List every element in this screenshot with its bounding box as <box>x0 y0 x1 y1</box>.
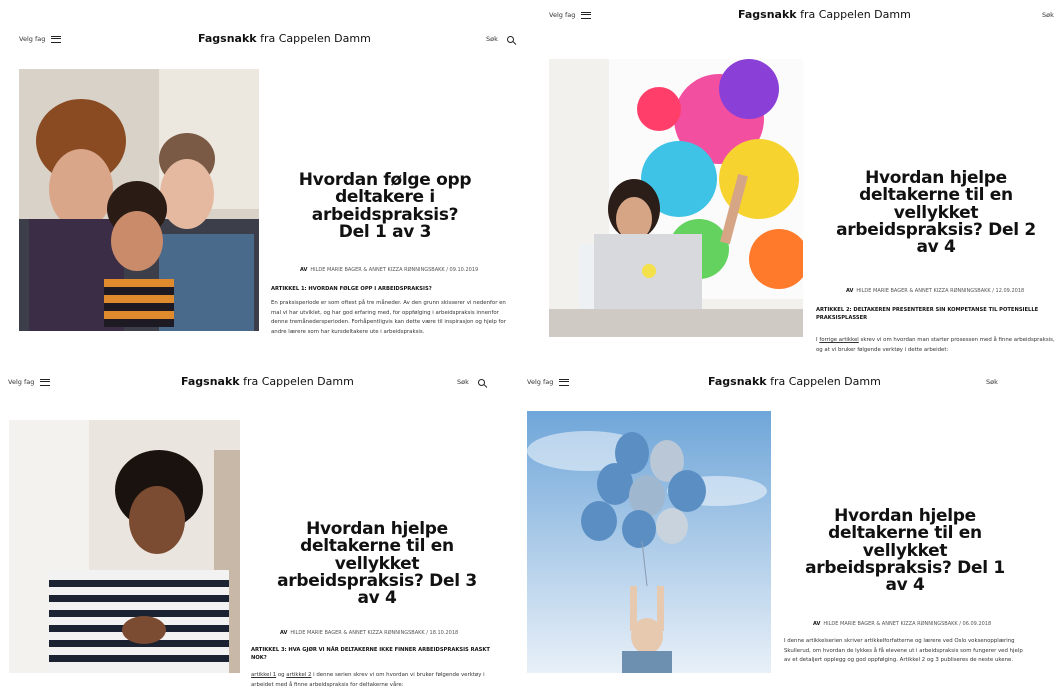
article-title[interactable]: Hvordan hjelpe deltakerne til en vellykk… <box>836 169 1036 257</box>
site-brand[interactable]: Fagsnakk fra Cappelen Damm <box>181 375 354 388</box>
byline-authors[interactable]: HILDE MARIE BAGER & ANNET KIZZA RØNNINGS… <box>856 288 1024 294</box>
menu-button[interactable]: Velg fag <box>8 378 51 386</box>
search-label: Søk <box>986 378 998 386</box>
search-button[interactable]: Søk <box>457 378 485 386</box>
selfie-group-photo <box>19 69 259 331</box>
article-byline: AV HILDE MARIE BAGER & ANNET KIZZA RØNNIN… <box>813 621 991 627</box>
article-title[interactable]: Hvordan følge opp deltakere i arbeidspra… <box>295 171 475 241</box>
menu-label: Velg fag <box>19 35 46 43</box>
article-2-link[interactable]: artikkel 2 <box>286 672 311 678</box>
byline-prefix: AV <box>280 630 288 636</box>
article-image[interactable] <box>549 59 803 337</box>
search-button[interactable]: Søk <box>486 35 514 43</box>
article-panel-3: Velg fag Fagsnakk fra Cappelen Damm Søk <box>0 367 522 693</box>
article-byline: AV HILDE MARIE BAGER & ANNET KIZZA RØNNIN… <box>280 630 458 636</box>
article-panel-2: Velg fag Fagsnakk fra Cappelen Damm Søk <box>530 0 1062 365</box>
byline-prefix: AV <box>846 288 854 294</box>
search-button[interactable]: Søk <box>1042 11 1062 19</box>
brand-bold: Fagsnakk <box>181 375 240 388</box>
brand-rest: fra Cappelen Damm <box>256 32 371 45</box>
brand-bold: Fagsnakk <box>738 8 797 21</box>
article-label: ARTIKKEL 2: DELTAKEREN PRESENTERER SIN K… <box>816 307 1039 322</box>
hamburger-icon <box>40 378 51 386</box>
menu-button[interactable]: Velg fag <box>549 11 592 19</box>
article-excerpt: I denne artikkelserien skriver artikkelf… <box>784 638 1023 664</box>
woman-laptop-paint-splash-photo <box>549 59 803 337</box>
brand-rest: fra Cappelen Damm <box>239 375 354 388</box>
article-label: ARTIKKEL 3: HVA GJØR VI NÅR DELTAKERNE I… <box>251 647 490 662</box>
article-excerpt: En praksisperiode er som oftest på tre m… <box>271 300 506 336</box>
site-brand[interactable]: Fagsnakk fra Cappelen Damm <box>198 32 371 45</box>
article-1-link[interactable]: artikkel 1 <box>251 672 276 678</box>
byline-authors[interactable]: HILDE MARIE BAGER & ANNET KIZZA RØNNINGS… <box>310 267 478 273</box>
byline-prefix: AV <box>300 267 308 273</box>
brand-rest: fra Cappelen Damm <box>796 8 911 21</box>
hamburger-icon <box>559 378 570 386</box>
article-byline: AV HILDE MARIE BAGER & ANNET KIZZA RØNNIN… <box>300 267 478 273</box>
brand-bold: Fagsnakk <box>708 375 767 388</box>
article-image[interactable] <box>527 411 771 673</box>
article-excerpt: I forrige artikkel skrev vi om hvordan m… <box>816 336 1056 355</box>
article-title[interactable]: Hvordan hjelpe deltakerne til en vellykk… <box>277 520 477 608</box>
hamburger-icon <box>51 35 62 43</box>
article-excerpt: artikkel 1 og artikkel 2 i denne serien … <box>251 671 491 690</box>
search-button[interactable]: Søk <box>986 378 998 386</box>
article-title[interactable]: Hvordan hjelpe deltakerne til en vellykk… <box>805 507 1005 595</box>
article-byline: AV HILDE MARIE BAGER & ANNET KIZZA RØNNIN… <box>846 288 1024 294</box>
search-icon <box>506 35 514 43</box>
menu-button[interactable]: Velg fag <box>19 35 62 43</box>
brand-rest: fra Cappelen Damm <box>766 375 881 388</box>
woman-striped-shirt-photo <box>9 420 240 673</box>
menu-label: Velg fag <box>549 11 576 19</box>
menu-label: Velg fag <box>527 378 554 386</box>
brand-bold: Fagsnakk <box>198 32 257 45</box>
search-label: Søk <box>1042 11 1054 19</box>
excerpt-text: og <box>276 672 287 678</box>
hamburger-icon <box>581 11 592 19</box>
search-label: Søk <box>457 378 469 386</box>
search-icon <box>477 378 485 386</box>
article-image[interactable] <box>19 69 259 331</box>
menu-button[interactable]: Velg fag <box>527 378 570 386</box>
article-panel-1: Velg fag Fagsnakk fra Cappelen Damm Søk <box>0 0 525 365</box>
article-label: ARTIKKEL 1: HVORDAN FØLGE OPP I ARBEIDSP… <box>271 286 432 292</box>
menu-label: Velg fag <box>8 378 35 386</box>
article-panel-4: Velg fag Fagsnakk fra Cappelen Damm Søk <box>522 367 1062 693</box>
byline-prefix: AV <box>813 621 821 627</box>
search-label: Søk <box>486 35 498 43</box>
previous-article-link[interactable]: forrige artikkel <box>819 337 858 343</box>
byline-authors[interactable]: HILDE MARIE BAGER & ANNET KIZZA RØNNINGS… <box>290 630 458 636</box>
girl-blue-balloons-photo <box>527 411 771 673</box>
article-image[interactable] <box>9 420 240 673</box>
byline-authors[interactable]: HILDE MARIE BAGER & ANNET KIZZA RØNNINGS… <box>823 621 991 627</box>
site-brand[interactable]: Fagsnakk fra Cappelen Damm <box>738 8 911 21</box>
site-brand[interactable]: Fagsnakk fra Cappelen Damm <box>708 375 881 388</box>
